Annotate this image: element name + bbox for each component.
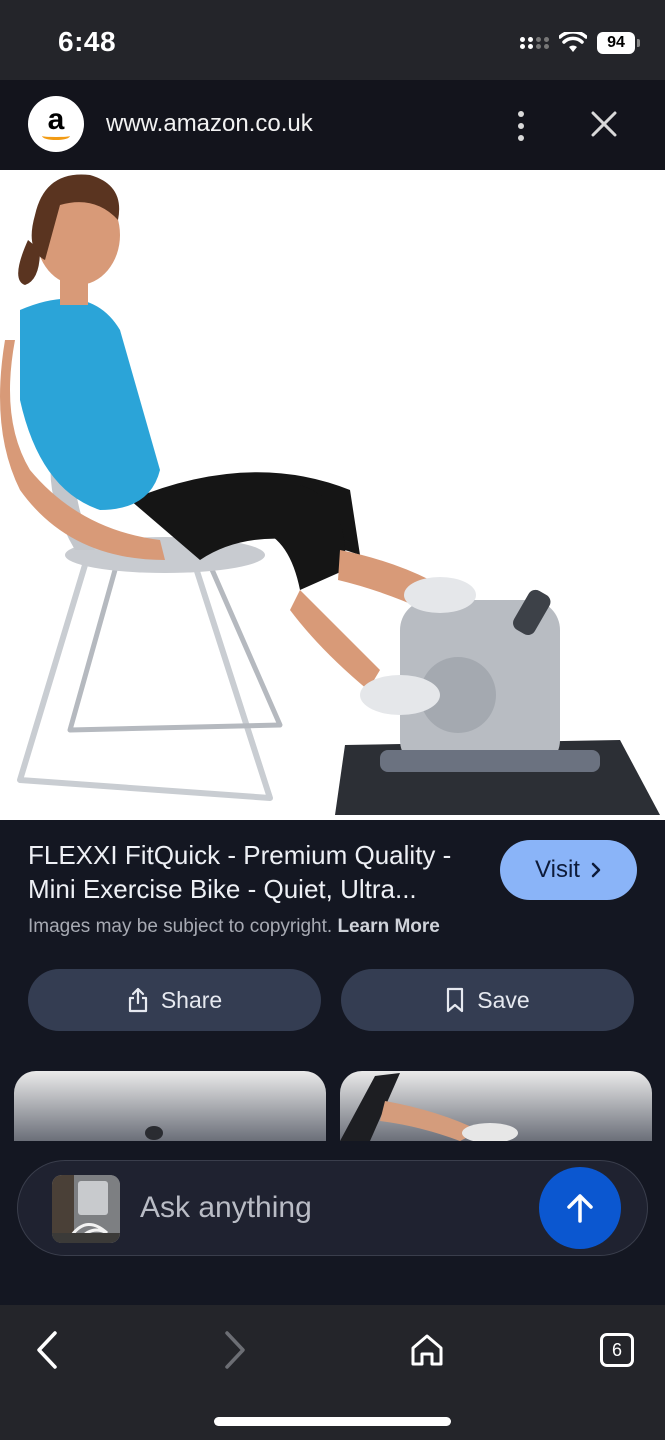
more-vert-icon[interactable] (506, 108, 536, 144)
attached-image-thumbnail[interactable] (52, 1175, 120, 1243)
battery-icon: 94 (597, 32, 640, 54)
forward-button[interactable] (210, 1325, 260, 1375)
related-image-thumbnail[interactable] (14, 1071, 326, 1141)
chevron-right-icon (591, 862, 601, 878)
product-title[interactable]: FLEXXI FitQuick - Premium Quality - Mini… (28, 838, 488, 906)
share-icon (128, 987, 147, 1013)
tabs-icon: 6 (600, 1333, 634, 1367)
send-button[interactable] (539, 1167, 621, 1249)
bookmark-icon (447, 987, 464, 1013)
visit-button[interactable]: Visit (500, 840, 637, 900)
related-thumb-art (340, 1073, 518, 1141)
product-image[interactable] (0, 170, 665, 820)
browser-header: a www.amazon.co.uk (0, 80, 665, 170)
related-thumb-art (145, 1126, 163, 1140)
status-time: 6:48 (58, 26, 117, 57)
forward-icon (225, 1331, 245, 1369)
copyright-notice: Images may be subject to copyright. Lear… (28, 916, 440, 938)
ask-input-placeholder[interactable]: Ask anything (140, 1191, 312, 1225)
visit-label: Visit (535, 856, 580, 883)
share-label: Share (160, 986, 223, 1013)
save-label: Save (477, 986, 530, 1013)
status-icons: 94 (520, 28, 640, 58)
url-text[interactable]: www.amazon.co.uk (106, 110, 313, 138)
related-image-thumbnail[interactable] (340, 1071, 652, 1141)
back-button[interactable] (22, 1325, 72, 1375)
learn-more-link[interactable]: Learn More (337, 916, 439, 937)
home-indicator (214, 1417, 451, 1426)
ask-bar[interactable]: Ask anything (17, 1160, 648, 1256)
back-icon (37, 1331, 57, 1369)
tab-count: 6 (611, 1339, 622, 1360)
save-button[interactable]: Save (341, 969, 634, 1031)
bottom-navigation: 6 (0, 1305, 665, 1440)
battery-level: 94 (607, 34, 625, 51)
close-icon[interactable] (586, 106, 622, 142)
cellular-signal-icon (520, 37, 549, 49)
copyright-text: Images may be subject to copyright. (28, 916, 333, 937)
product-illustration (0, 174, 660, 815)
site-logo[interactable]: a (28, 96, 84, 152)
tabs-button[interactable]: 6 (592, 1325, 642, 1375)
attached-image-art (52, 1175, 120, 1243)
logo-smile (42, 132, 70, 140)
status-bar: 6:48 94 (0, 0, 665, 80)
arrow-up-icon (567, 1194, 593, 1223)
home-icon (411, 1334, 443, 1366)
home-button[interactable] (402, 1325, 452, 1375)
share-button[interactable]: Share (28, 969, 321, 1031)
wifi-icon (559, 32, 587, 52)
